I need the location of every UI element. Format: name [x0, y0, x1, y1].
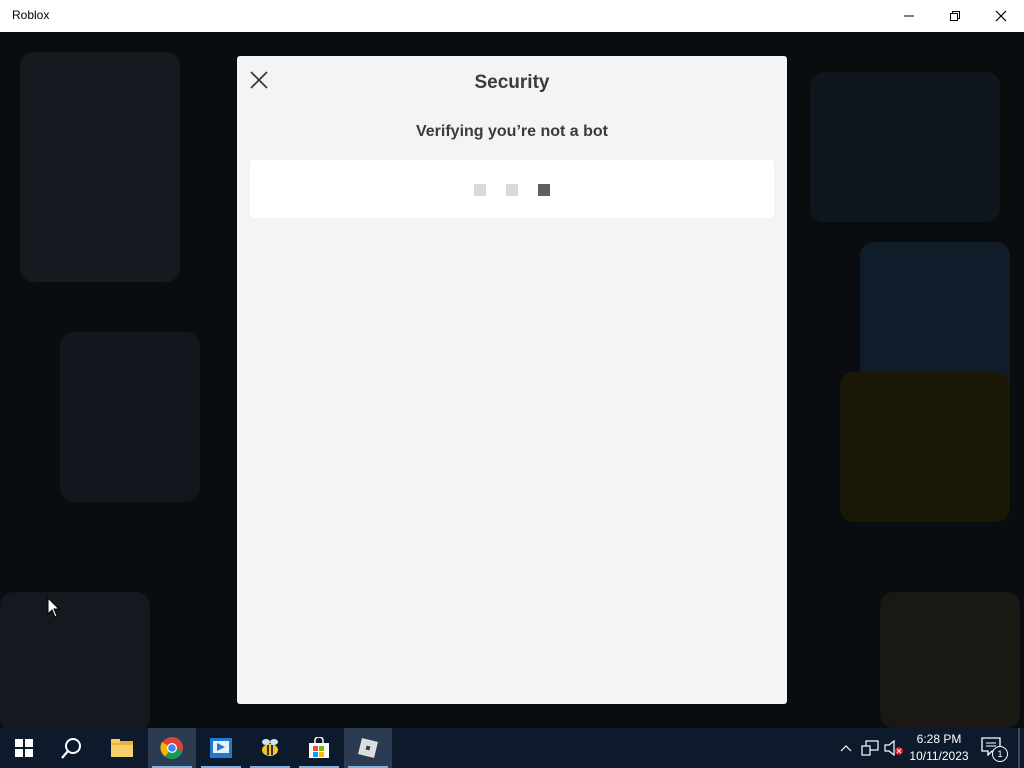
dialog-title: Security — [474, 72, 550, 93]
volume-muted-icon — [884, 740, 903, 756]
clock-time: 6:28 PM — [916, 732, 962, 746]
close-icon — [995, 10, 1007, 22]
verification-message: Verifying you’re not a bot — [415, 123, 609, 140]
restore-button[interactable] — [932, 0, 978, 32]
taskbar-microsoft-store[interactable] — [295, 728, 343, 768]
taskbar: 6:28 PM 10/11/2023 1 — [0, 728, 1024, 768]
loading-dot — [506, 184, 518, 196]
windows-logo-icon — [15, 739, 33, 757]
roblox-icon — [358, 738, 378, 758]
search-icon — [61, 738, 81, 759]
loading-dot — [474, 184, 486, 196]
notification-count-badge: 1 — [992, 746, 1008, 762]
taskbar-file-explorer[interactable] — [98, 728, 146, 768]
taskbar-clock[interactable]: 6:28 PM 10/11/2023 — [904, 731, 974, 765]
taskbar-remote-app[interactable] — [197, 728, 245, 768]
bee-icon — [262, 739, 278, 756]
network-tray-button[interactable] — [860, 738, 880, 758]
window-titlebar: Roblox — [0, 0, 1024, 32]
restore-icon — [950, 11, 960, 21]
start-button[interactable] — [0, 728, 48, 768]
captcha-challenge-frame — [250, 160, 774, 218]
remote-desktop-icon — [210, 738, 232, 758]
show-hidden-icons-button[interactable] — [836, 738, 856, 758]
taskbar-bee-app[interactable] — [246, 728, 294, 768]
network-icon — [861, 740, 879, 756]
taskbar-chrome[interactable] — [148, 728, 196, 768]
mouse-cursor-icon — [47, 597, 61, 618]
security-dialog: Security Verifying you’re not a bot — [237, 56, 787, 704]
folder-icon — [111, 739, 133, 757]
volume-tray-button[interactable] — [884, 738, 904, 758]
loading-dot — [538, 184, 550, 196]
minimize-button[interactable] — [886, 0, 932, 32]
minimize-icon — [904, 15, 914, 17]
search-button[interactable] — [48, 728, 96, 768]
taskbar-roblox[interactable] — [344, 728, 392, 768]
clock-date: 10/11/2023 — [909, 749, 969, 763]
window-title: Roblox — [12, 8, 50, 22]
store-bag-icon — [309, 737, 329, 758]
chrome-icon — [160, 737, 183, 759]
show-desktop-button[interactable] — [1018, 728, 1020, 768]
close-window-button[interactable] — [978, 0, 1024, 32]
action-center-button[interactable]: 1 — [980, 736, 1008, 762]
chevron-up-icon — [840, 745, 852, 752]
